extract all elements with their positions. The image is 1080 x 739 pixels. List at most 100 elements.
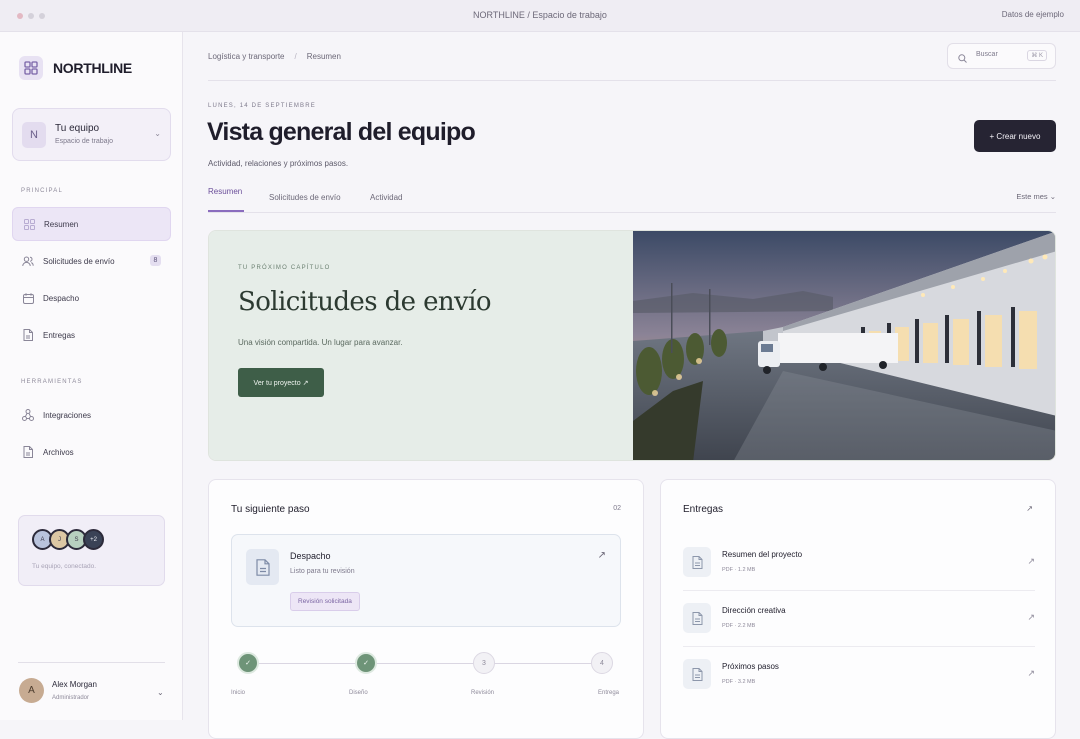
divider	[683, 646, 1035, 647]
hero-subtitle: Una visión compartida. Un lugar para ava…	[238, 338, 403, 347]
user-menu-chevron-icon[interactable]: ⌄	[157, 688, 164, 697]
search-placeholder: Buscar	[976, 51, 998, 58]
hero-banner: TU PRÓXIMO CAPÍTULO Solicitudes de envío…	[208, 230, 1056, 461]
breadcrumb: Logística y transporte / Resumen	[208, 52, 341, 61]
count-badge: 8	[150, 255, 161, 266]
main-content: Logística y transporte / Resumen Buscar …	[184, 32, 1080, 739]
sidebar: NORTHLINE N Tu equipo Espacio de trabajo…	[0, 32, 183, 720]
hero-title: Solicitudes de envío	[238, 287, 491, 317]
grid-icon	[23, 218, 35, 230]
list-item[interactable]: Próximos pasos PDF · 3.2 MB ↗	[683, 659, 1035, 715]
sidebar-item-entregas[interactable]: Entregas	[12, 318, 171, 352]
deliveries-card: Entregas ↗ Resumen del proyecto PDF · 1.…	[660, 479, 1056, 739]
step-name: Despacho	[290, 551, 331, 561]
page-subtitle: Actividad, relaciones y próximos pasos.	[208, 159, 349, 168]
sidebar-item-solicitudes[interactable]: Solicitudes de envío 8	[12, 244, 171, 278]
file-meta: PDF · 2.2 MB	[722, 623, 756, 629]
file-name: Dirección creativa	[722, 606, 786, 615]
step-label: Revisión	[471, 690, 495, 696]
integrations-icon	[22, 409, 34, 421]
step-node-revision[interactable]: 3	[473, 652, 495, 674]
file-meta: PDF · 3.2 MB	[722, 679, 756, 685]
document-icon	[246, 549, 279, 585]
sidebar-item-label: Entregas	[43, 330, 76, 340]
progress-stepper: ✓ ✓ 3 4 Inicio Diseño Revisión Entrega	[231, 652, 621, 702]
team-subtitle: Espacio de trabajo	[55, 138, 113, 145]
sidebar-item-despacho[interactable]: Despacho	[12, 281, 171, 315]
tab-resumen[interactable]: Resumen	[208, 187, 242, 196]
status-badge: Revisión solicitada	[290, 592, 360, 611]
step-node-inicio[interactable]: ✓	[237, 652, 259, 674]
hero-kicker: TU PRÓXIMO CAPÍTULO	[238, 265, 331, 271]
breadcrumb-item-resumen[interactable]: Resumen	[307, 52, 341, 61]
team-name: Tu equipo	[55, 123, 100, 134]
page-title: Vista general del equipo	[207, 118, 476, 146]
divider	[208, 80, 1056, 81]
calendar-icon	[22, 292, 34, 304]
section-label-principal: PRINCIPAL	[21, 188, 64, 194]
file-name: Resumen del proyecto	[722, 550, 803, 559]
chevron-down-icon: ⌄	[154, 129, 161, 138]
breadcrumb-item-logistica[interactable]: Logística y transporte	[208, 52, 284, 61]
breadcrumb-separator: /	[294, 52, 297, 61]
brand-name: NORTHLINE	[53, 60, 132, 76]
document-icon	[22, 446, 34, 458]
section-label-herramientas: HERRAMIENTAS	[21, 379, 83, 385]
file-name: Próximos pasos	[722, 662, 779, 671]
window-title: NORTHLINE / Espacio de trabajo	[473, 10, 607, 20]
search-input[interactable]: Buscar ⌘ K	[947, 43, 1056, 69]
period-selector[interactable]: Este mes ⌄	[1016, 192, 1056, 201]
progress-track	[253, 663, 599, 664]
sidebar-item-integraciones[interactable]: Integraciones	[12, 398, 171, 432]
tab-actividad[interactable]: Actividad	[370, 193, 402, 202]
tab-bar: Resumen Solicitudes de envío Actividad E…	[208, 184, 1056, 213]
brand-grid-icon	[19, 56, 43, 80]
open-arrow-icon[interactable]: ↗	[1027, 612, 1035, 623]
open-arrow-icon[interactable]: ↗	[1027, 668, 1035, 679]
sidebar-item-resumen[interactable]: Resumen	[12, 207, 171, 241]
search-shortcut: ⌘ K	[1027, 50, 1047, 61]
sample-data-label: Datos de ejemplo	[1001, 10, 1064, 19]
card-title: Entregas	[683, 504, 724, 515]
tab-solicitudes[interactable]: Solicitudes de envío	[269, 193, 341, 202]
invite-text: Tu equipo, conectado.	[32, 563, 97, 570]
window-titlebar: NORTHLINE / Espacio de trabajo Datos de …	[0, 0, 1080, 32]
list-item[interactable]: Dirección creativa PDF · 2.2 MB ↗	[683, 603, 1035, 659]
users-icon	[22, 255, 34, 267]
open-arrow-icon[interactable]: ↗	[598, 550, 606, 561]
divider	[683, 590, 1035, 591]
team-switcher[interactable]: N Tu equipo Espacio de trabajo ⌄	[12, 108, 171, 161]
document-icon	[683, 603, 711, 633]
open-arrow-icon[interactable]: ↗	[1026, 504, 1033, 513]
brand[interactable]: NORTHLINE	[19, 56, 132, 80]
step-subtitle: Listo para tu revisión	[290, 568, 355, 575]
view-project-button[interactable]: Ver tu proyecto ↗	[238, 368, 324, 397]
next-step-card: Tu siguiente paso 02 Despacho Listo para…	[208, 479, 644, 739]
active-tab-indicator	[208, 210, 244, 212]
divider	[18, 662, 165, 663]
sidebar-item-archivos[interactable]: Archivos	[12, 435, 171, 469]
team-invite-card[interactable]: A J S +2 Tu equipo, conectado.	[18, 515, 165, 586]
step-label: Inicio	[231, 690, 246, 696]
list-item[interactable]: Resumen del proyecto PDF · 1.2 MB ↗	[683, 547, 1035, 603]
sidebar-item-label: Resumen	[44, 219, 79, 229]
file-meta: PDF · 1.2 MB	[722, 567, 756, 573]
next-step-item[interactable]: Despacho Listo para tu revisión ↗ Revisi…	[231, 534, 621, 627]
open-arrow-icon[interactable]: ↗	[1027, 556, 1035, 567]
sidebar-item-label: Archivos	[43, 447, 74, 457]
step-label: Diseño	[349, 690, 368, 696]
card-title: Tu siguiente paso	[231, 504, 310, 515]
sidebar-item-label: Despacho	[43, 293, 80, 303]
hero-image-warehouse	[633, 231, 1055, 460]
hero-content: TU PRÓXIMO CAPÍTULO Solicitudes de envío…	[209, 231, 633, 460]
create-new-button[interactable]: + Crear nuevo	[974, 120, 1056, 152]
avatar-more: +2	[83, 529, 104, 550]
search-icon	[958, 52, 967, 66]
document-icon	[22, 329, 34, 341]
user-avatar[interactable]: A	[19, 678, 44, 703]
step-node-entrega[interactable]: 4	[591, 652, 613, 674]
document-icon	[683, 659, 711, 689]
user-name: Alex Morgan	[52, 680, 97, 689]
step-node-diseno[interactable]: ✓	[355, 652, 377, 674]
team-avatars: A J S +2	[32, 529, 104, 550]
